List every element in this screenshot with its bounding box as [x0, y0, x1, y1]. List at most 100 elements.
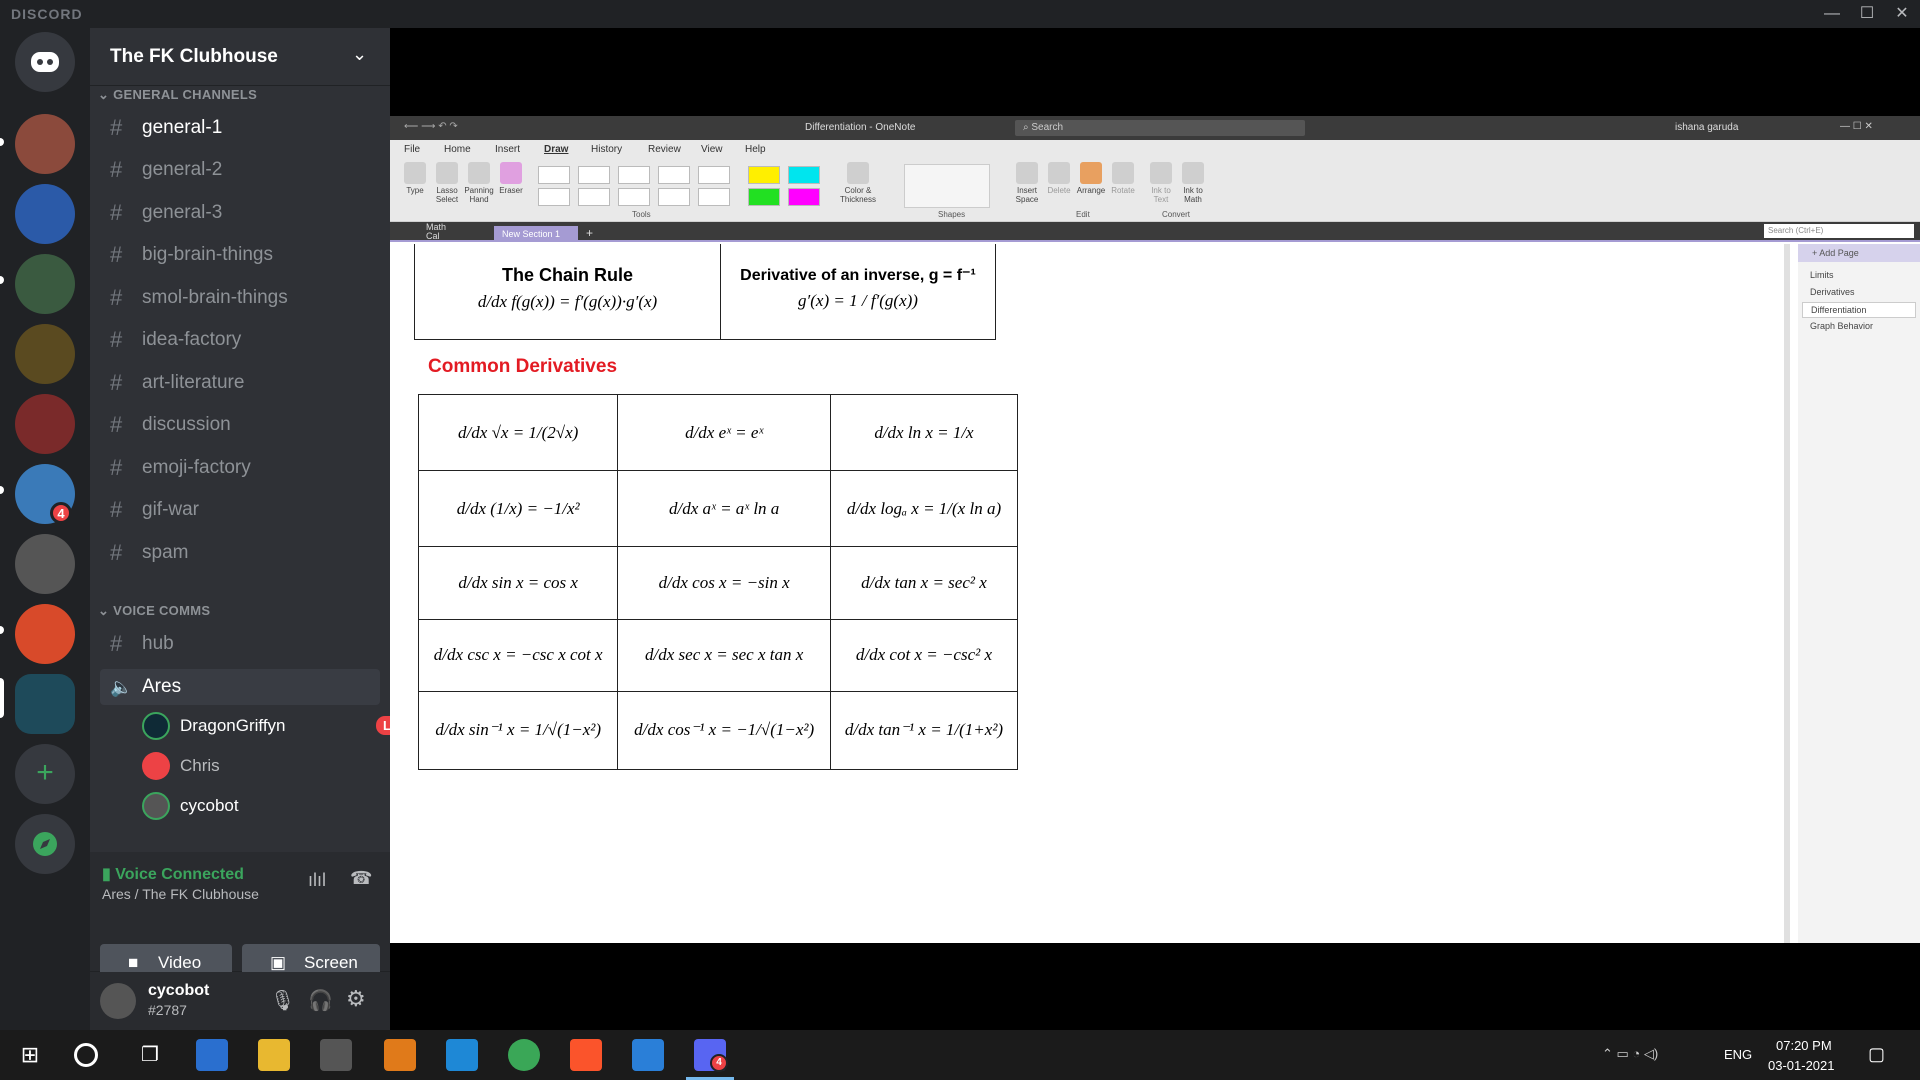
page-item-graph-behavior[interactable]: Graph Behavior [1802, 319, 1916, 333]
menu-history[interactable]: History [591, 144, 622, 155]
window-controls[interactable]: — ☐ ✕ [1840, 121, 1873, 132]
channel-general-3[interactable]: # general-3 [100, 195, 380, 231]
photos-icon[interactable] [632, 1039, 664, 1071]
channel-hub[interactable]: # hub [100, 626, 380, 662]
menu-file[interactable]: File [404, 144, 420, 155]
type-tool[interactable]: Type [398, 162, 432, 195]
category-voice[interactable]: ⌄ VOICE COMMS [98, 603, 210, 619]
lasso-select-tool[interactable]: Lasso Select [430, 162, 464, 204]
pen-swatch[interactable] [698, 188, 730, 206]
headphones-icon[interactable]: 🎧 [308, 988, 333, 1013]
pen-swatch[interactable] [618, 188, 650, 206]
channel-art-literature[interactable]: # art-literature [100, 365, 380, 401]
channel-general-1[interactable]: # general-1 [100, 110, 380, 146]
add-server-button[interactable]: + [15, 744, 75, 804]
section-tab[interactable]: New Section 1 [494, 226, 578, 242]
highlighter-swatch[interactable] [748, 188, 780, 206]
note-page[interactable]: The Chain Rule d/dx f(g(x)) = f′(g(x))·g… [390, 244, 1790, 943]
avatar[interactable] [100, 983, 136, 1019]
noise-suppression-icon[interactable]: ılıl [308, 870, 326, 891]
add-section-icon[interactable]: + [586, 226, 593, 240]
explore-servers-button[interactable] [15, 814, 75, 874]
delete-button[interactable]: Delete [1042, 162, 1076, 195]
server-icon[interactable] [15, 394, 75, 454]
page-item-limits[interactable]: Limits [1802, 268, 1916, 282]
highlighter-swatch[interactable] [788, 188, 820, 206]
channel-discussion[interactable]: # discussion [100, 407, 380, 443]
channel-smol-brain-things[interactable]: # smol-brain-things [100, 280, 380, 316]
page-scrollbar[interactable] [1784, 244, 1790, 943]
disconnect-icon[interactable]: ☎ [350, 868, 372, 889]
pen-swatch[interactable] [618, 166, 650, 184]
chrome-icon[interactable] [508, 1039, 540, 1071]
category-general[interactable]: ⌄ GENERAL CHANNELS [98, 87, 257, 103]
channel-general-2[interactable]: # general-2 [100, 152, 380, 188]
microphone-icon[interactable]: 🎙 [270, 988, 295, 1013]
sublime-text-icon[interactable] [384, 1039, 416, 1071]
brave-icon[interactable] [570, 1039, 602, 1071]
voice-location[interactable]: Ares / The FK Clubhouse [102, 886, 259, 902]
ink-to-text-button[interactable]: Ink to Text [1144, 162, 1178, 204]
channel-emoji-factory[interactable]: # emoji-factory [100, 450, 380, 486]
store-icon[interactable] [320, 1039, 352, 1071]
notebook-name[interactable]: Math Cal [426, 223, 456, 241]
search-input[interactable]: ⌕ Search [1015, 120, 1305, 136]
notifications-icon[interactable]: ▢ [1868, 1044, 1885, 1065]
gear-icon[interactable]: ⚙ [346, 986, 366, 1012]
pen-swatch[interactable] [538, 188, 570, 206]
highlighter-swatch[interactable] [788, 166, 820, 184]
task-view-icon[interactable]: ❐ [134, 1039, 166, 1071]
channel-idea-factory[interactable]: # idea-factory [100, 322, 380, 358]
close-icon[interactable]: ✕ [1887, 2, 1917, 26]
pen-swatch[interactable] [578, 188, 610, 206]
menu-help[interactable]: Help [745, 144, 766, 155]
stream-view[interactable]: ⟵ ⟶ ↶ ↷ Differentiation - OneNote ⌕ Sear… [390, 28, 1920, 1030]
menu-draw[interactable]: Draw [544, 144, 568, 155]
clock-time[interactable]: 07:20 PM [1776, 1038, 1832, 1053]
menu-review[interactable]: Review [648, 144, 681, 155]
voice-channel-ares[interactable]: 🔈 Ares [100, 669, 380, 705]
mail-icon[interactable] [196, 1039, 228, 1071]
menu-insert[interactable]: Insert [495, 144, 520, 155]
home-button[interactable] [15, 32, 75, 92]
voice-user[interactable]: DragonGriffyn LIVE [142, 711, 419, 741]
eraser-tool[interactable]: Eraser [494, 162, 528, 195]
server-icon[interactable] [15, 604, 75, 664]
server-icon[interactable] [15, 184, 75, 244]
input-language[interactable]: ENG [1724, 1047, 1752, 1062]
voice-user[interactable]: Chris [142, 751, 382, 781]
pen-swatch[interactable] [658, 188, 690, 206]
add-page-button[interactable]: + Add Page [1798, 244, 1920, 262]
menu-home[interactable]: Home [444, 144, 471, 155]
server-icon[interactable] [15, 534, 75, 594]
server-icon-selected[interactable] [15, 674, 75, 734]
server-icon[interactable] [15, 254, 75, 314]
insert-space-button[interactable]: Insert Space [1010, 162, 1044, 204]
channel-spam[interactable]: # spam [100, 535, 380, 571]
pen-swatch[interactable] [578, 166, 610, 184]
ink-to-math-button[interactable]: Ink to Math [1176, 162, 1210, 204]
color-thickness-button[interactable]: Color & Thickness [838, 162, 878, 204]
search-icon[interactable] [74, 1043, 98, 1067]
server-icon[interactable] [15, 324, 75, 384]
server-icon[interactable] [15, 114, 75, 174]
file-explorer-icon[interactable] [258, 1039, 290, 1071]
rotate-button[interactable]: Rotate [1106, 162, 1140, 195]
guild-header[interactable]: The FK Clubhouse ⌄ [90, 28, 390, 86]
account-name[interactable]: ishana garuda [1675, 122, 1738, 133]
channel-big-brain-things[interactable]: # big-brain-things [100, 237, 380, 273]
arrange-button[interactable]: Arrange [1074, 162, 1108, 195]
page-item-derivatives[interactable]: Derivatives [1802, 285, 1916, 299]
panning-hand-tool[interactable]: Panning Hand [462, 162, 496, 204]
vscode-icon[interactable] [446, 1039, 478, 1071]
channel-gif-war[interactable]: # gif-war [100, 492, 380, 528]
minimize-icon[interactable]: — [1817, 2, 1847, 26]
menu-view[interactable]: View [701, 144, 723, 155]
shapes-gallery[interactable] [904, 164, 990, 208]
pen-swatch[interactable] [658, 166, 690, 184]
highlighter-swatch[interactable] [748, 166, 780, 184]
back-icon[interactable]: ⟵ ⟶ ↶ ↷ [404, 121, 458, 132]
windows-start-icon[interactable]: ⊞ [14, 1039, 46, 1071]
page-item-differentiation[interactable]: Differentiation [1802, 302, 1916, 318]
clock-date[interactable]: 03-01-2021 [1768, 1058, 1835, 1073]
